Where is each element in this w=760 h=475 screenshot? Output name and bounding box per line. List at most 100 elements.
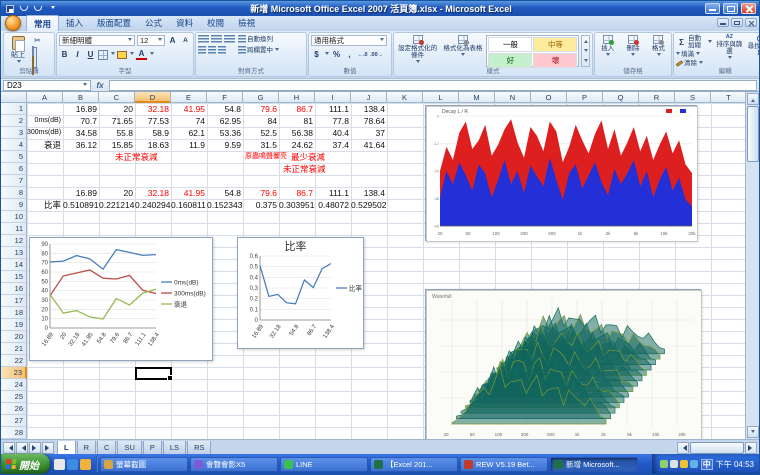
column-header-J[interactable]: J xyxy=(351,92,387,103)
scroll-left-icon[interactable] xyxy=(677,442,689,454)
row-header-17[interactable]: 17 xyxy=(1,295,27,307)
row-header-15[interactable]: 15 xyxy=(1,271,27,283)
ime-indicator[interactable]: 中 xyxy=(701,459,713,470)
cell-style-中等[interactable]: 中等 xyxy=(533,37,577,52)
cell-H8[interactable]: 86.7 xyxy=(279,187,315,199)
taskbar-button-新增-Microsoft-[interactable]: 新增 Microsoft... xyxy=(550,457,638,472)
row-header-19[interactable]: 19 xyxy=(1,319,27,331)
fx-icon[interactable]: fx xyxy=(93,81,107,90)
row-header-25[interactable]: 25 xyxy=(1,391,27,403)
chart-lines[interactable]: 010203040506070809016.892032.1841.9554.8… xyxy=(29,237,213,361)
cell-E8[interactable]: 41.95 xyxy=(171,187,207,199)
clear-button[interactable]: 清除 xyxy=(676,60,712,67)
cell-I2[interactable]: 77.8 xyxy=(315,115,351,127)
cell-C3[interactable]: 55.8 xyxy=(99,127,135,139)
quick-launch-icon-1[interactable] xyxy=(54,459,65,470)
align-bottom-icon[interactable] xyxy=(224,35,235,43)
ribbon-tab-校閱[interactable]: 校閱 xyxy=(200,15,231,31)
row-header-9[interactable]: 9 xyxy=(1,199,27,211)
row-header-16[interactable]: 16 xyxy=(1,283,27,295)
cell-D8[interactable]: 32.18 xyxy=(135,187,171,199)
cell-H1[interactable]: 86.7 xyxy=(279,103,315,115)
next-sheet-icon[interactable] xyxy=(29,442,41,454)
row-header-8[interactable]: 8 xyxy=(1,187,27,199)
sheet-tab-SU[interactable]: SU xyxy=(117,441,141,455)
cell-B3[interactable]: 34.58 xyxy=(63,127,99,139)
column-header-C[interactable]: C xyxy=(99,92,135,103)
copy-icon[interactable] xyxy=(32,47,43,56)
row-header-10[interactable]: 10 xyxy=(1,211,27,223)
cell-F1[interactable]: 54.8 xyxy=(207,103,243,115)
row-header-4[interactable]: 4 xyxy=(1,139,27,151)
align-right-icon[interactable] xyxy=(218,46,226,54)
cell-G5[interactable]: 原蟲鳴聲響亮 xyxy=(243,151,289,163)
workbook-close-button[interactable] xyxy=(745,18,757,27)
cell-A2[interactable]: 0ms(dB) xyxy=(27,115,63,127)
column-header-M[interactable]: M xyxy=(459,92,495,103)
cell-C1[interactable]: 20 xyxy=(99,103,135,115)
group-label-font[interactable]: 字型 xyxy=(57,68,193,76)
cell-B4[interactable]: 36.12 xyxy=(63,139,99,151)
cell-C5[interactable]: 未正常衰減 xyxy=(113,151,160,163)
decrease-decimal-icon[interactable]: .00→ xyxy=(370,49,383,60)
row-header-6[interactable]: 6 xyxy=(1,163,27,175)
column-header-S[interactable]: S xyxy=(675,92,711,103)
row-header-11[interactable]: 11 xyxy=(1,223,27,235)
sort-filter-button[interactable]: AZ 排序與篩選 xyxy=(715,35,743,67)
vertical-scroll-thumb[interactable] xyxy=(747,106,759,162)
row-header-28[interactable]: 28 xyxy=(1,427,27,439)
find-select-button[interactable]: 尋找與選取 xyxy=(746,35,760,67)
close-button[interactable] xyxy=(741,3,756,14)
taskbar-button-REW-V5-19-Bet-[interactable]: REW V5.19 Bet... xyxy=(460,457,548,472)
tray-icon-3[interactable] xyxy=(680,460,688,468)
column-header-E[interactable]: E xyxy=(171,92,207,103)
cell-B8[interactable]: 16.89 xyxy=(63,187,99,199)
formula-input[interactable] xyxy=(109,80,757,91)
redo-icon[interactable] xyxy=(32,3,44,14)
align-center-icon[interactable] xyxy=(208,46,216,54)
cell-H2[interactable]: 81 xyxy=(279,115,315,127)
cell-F4[interactable]: 9.59 xyxy=(207,139,243,151)
chart-ratio[interactable]: 比率00.10.20.30.40.50.616.8932.1854.886.71… xyxy=(237,237,364,349)
paste-button[interactable]: 貼上 xyxy=(6,36,30,65)
cell-E9[interactable]: 0.160811 xyxy=(171,199,207,211)
workbook-minimize-button[interactable] xyxy=(717,18,729,27)
merge-center-button[interactable]: 跨欄置中 xyxy=(238,46,279,54)
font-name-combo[interactable]: 新細明體 xyxy=(59,35,135,46)
ribbon-tab-版面配置[interactable]: 版面配置 xyxy=(90,15,138,31)
fill-color-icon[interactable] xyxy=(117,51,127,59)
row-header-22[interactable]: 22 xyxy=(1,355,27,367)
taskbar-button-LINE[interactable]: LINE xyxy=(280,457,368,472)
cell-A9[interactable]: 比率 xyxy=(27,199,63,211)
tray-icon-1[interactable] xyxy=(660,460,668,468)
cell-J2[interactable]: 78.64 xyxy=(351,115,387,127)
quick-launch-icon-3[interactable] xyxy=(80,459,91,470)
cell-G2[interactable]: 84 xyxy=(243,115,279,127)
comma-icon[interactable]: , xyxy=(344,49,355,60)
taskbar-button--Excel-201-[interactable]: 【Excel 201... xyxy=(370,457,458,472)
cell-D9[interactable]: 0.240294 xyxy=(135,199,171,211)
cell-G8[interactable]: 79.6 xyxy=(243,187,279,199)
cell-J4[interactable]: 41.64 xyxy=(351,139,387,151)
cell-I9[interactable]: 0.48072 xyxy=(315,199,351,211)
number-format-combo[interactable]: 通用格式 xyxy=(311,35,387,46)
chart-decay[interactable]: 0-12-24-36-4820501002005001k2k5k10k20kDe… xyxy=(425,105,697,241)
ribbon-tab-插入[interactable]: 插入 xyxy=(59,15,90,31)
cell-E1[interactable]: 41.95 xyxy=(171,103,207,115)
cell-I8[interactable]: 111.1 xyxy=(315,187,351,199)
format-cells-button[interactable]: 格式 xyxy=(648,35,669,67)
quick-launch-icon-2[interactable] xyxy=(67,459,78,470)
column-header-K[interactable]: K xyxy=(387,92,423,103)
cell-G1[interactable]: 79.6 xyxy=(243,103,279,115)
scroll-up-icon[interactable] xyxy=(747,93,759,105)
minimize-button[interactable] xyxy=(705,3,720,14)
fill-button[interactable]: 填滿 xyxy=(676,51,712,58)
name-box[interactable]: D23 xyxy=(3,80,91,91)
cell-H4[interactable]: 24.62 xyxy=(279,139,315,151)
cell-style-壞[interactable]: 壞 xyxy=(533,53,577,68)
tray-icon-2[interactable] xyxy=(670,460,678,468)
cell-D4[interactable]: 18.63 xyxy=(135,139,171,151)
conditional-formatting-button[interactable]: 設定格式化的條件 xyxy=(396,35,439,67)
format-painter-icon[interactable] xyxy=(32,57,43,66)
row-header-23[interactable]: 23 xyxy=(1,367,27,379)
